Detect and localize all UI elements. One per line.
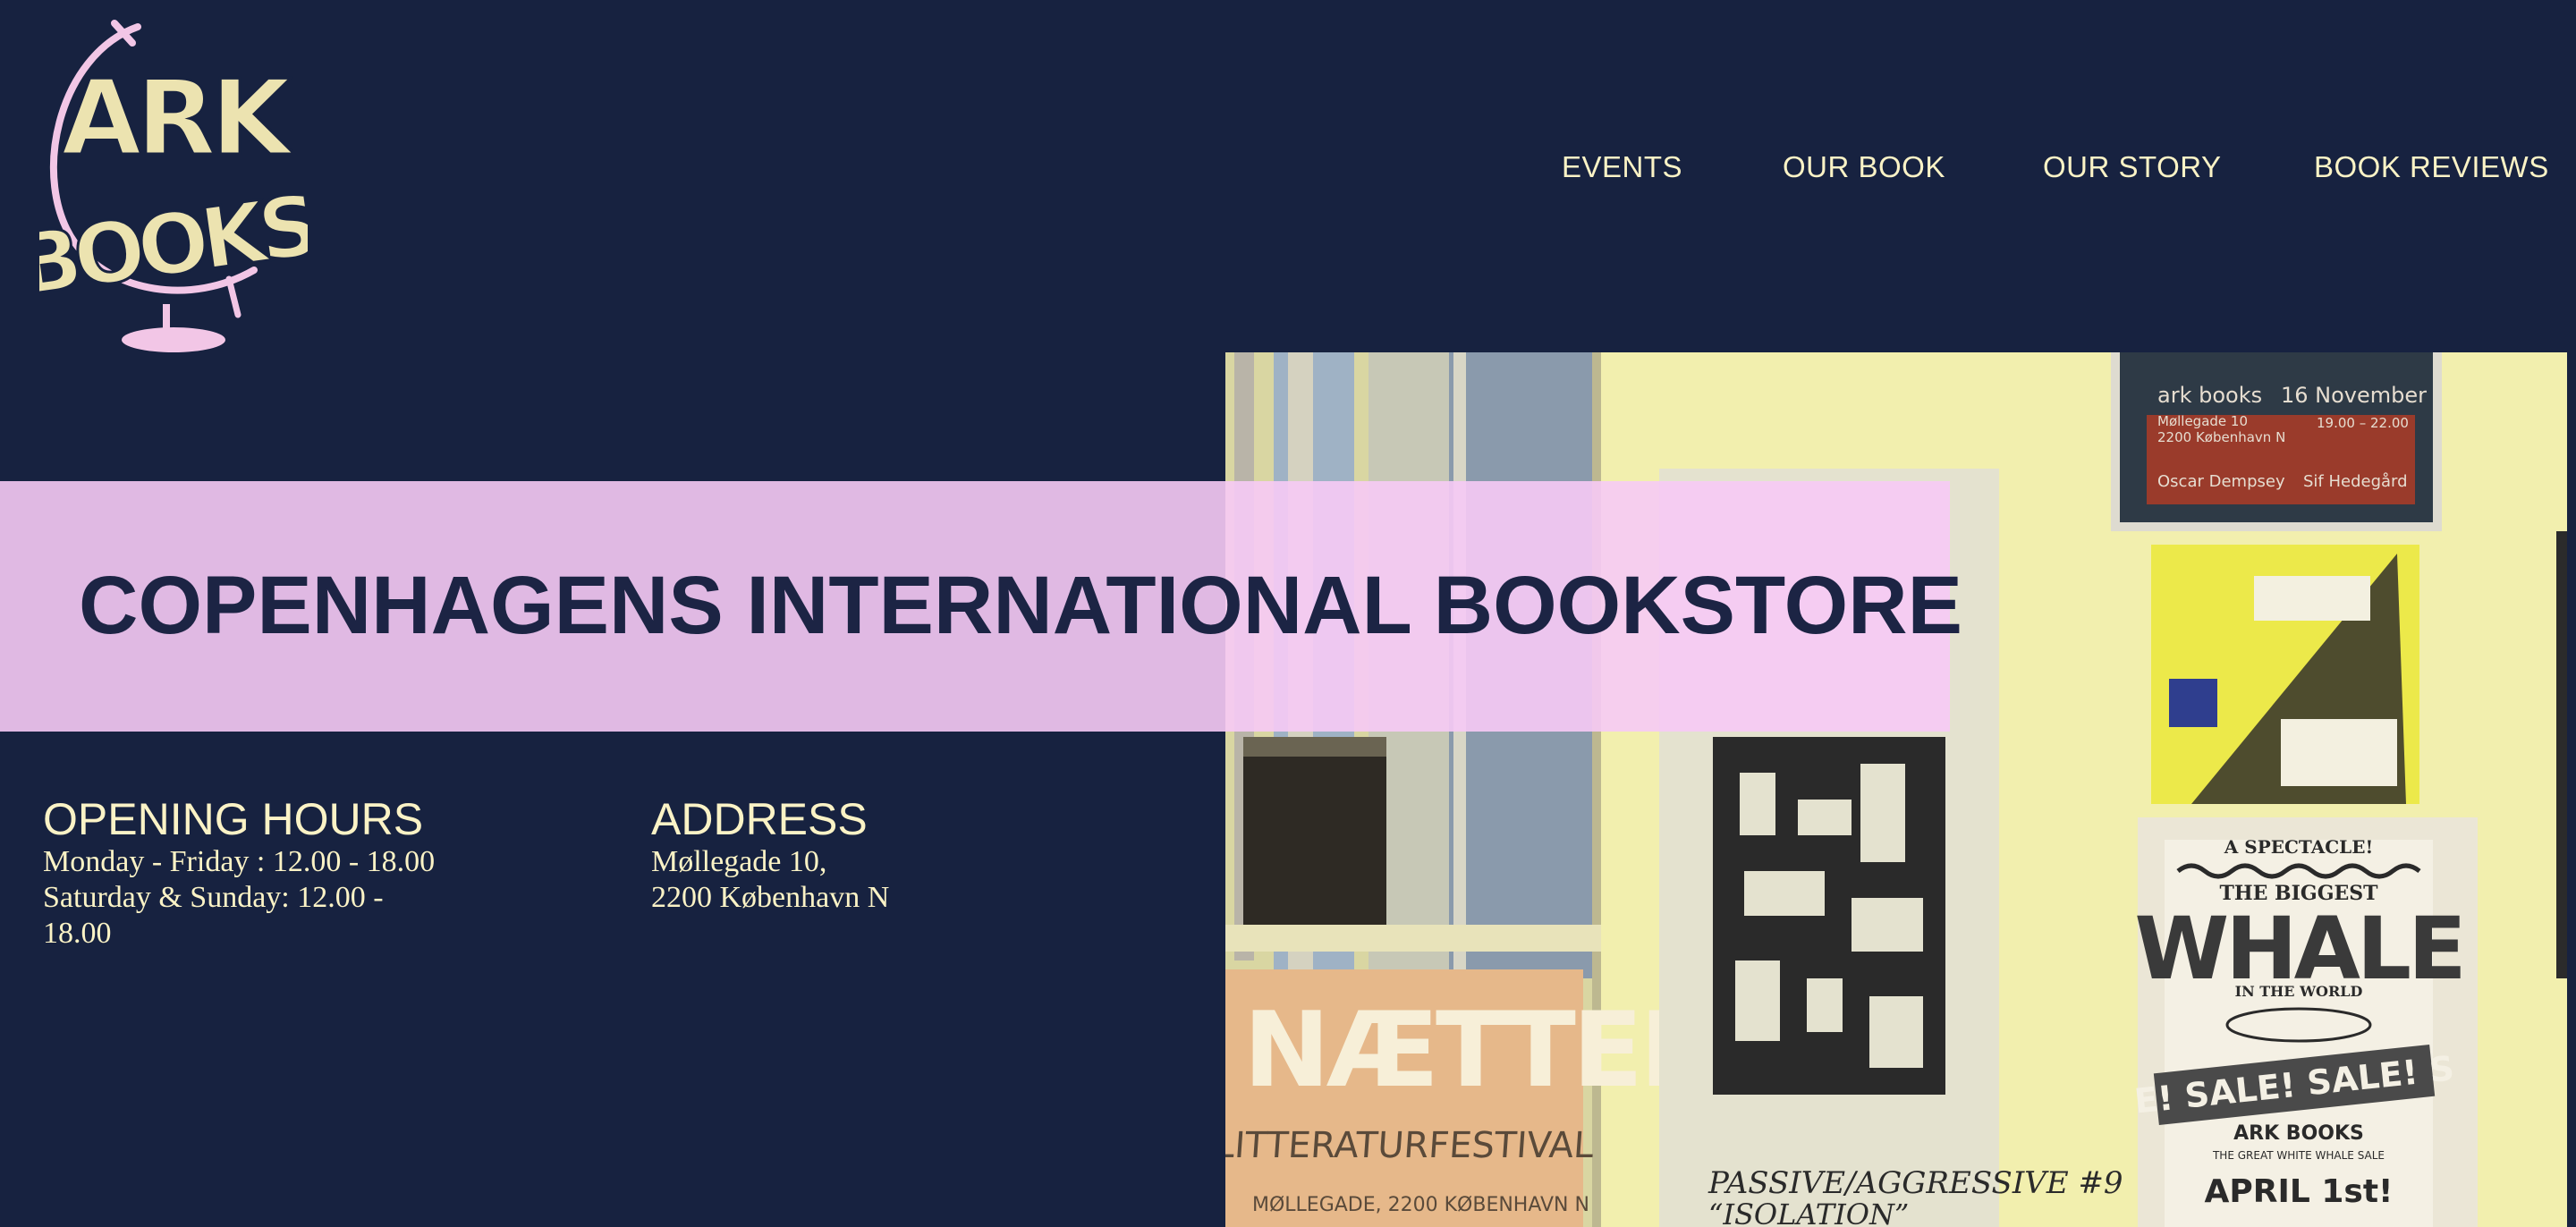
nav-our-book[interactable]: OUR BOOK [1783,150,1945,184]
nav-our-story[interactable]: OUR STORY [2043,150,2222,184]
main-nav: EVENTS OUR BOOK OUR STORY BOOK REVIEWS [0,150,2576,195]
hero-title: COPENHAGENS INTERNATIONAL BOOKSTORE [79,560,1962,651]
address: ADDRESS Møllegade 10, 2200 København N [651,794,1152,916]
poster-ark-street: Møllegade 10 [2157,413,2248,429]
address-heading: ADDRESS [651,794,868,844]
opening-hours-text: Monday - Friday : 12.00 - 18.00 Saturday… [43,844,544,952]
poster-whale-line3: IN THE WORLD [2235,983,2363,1000]
poster-naetter-title: NÆTTER [1243,990,1717,1111]
hero-banner: COPENHAGENS INTERNATIONAL BOOKSTORE [0,481,1962,732]
svg-text:BOOKS: BOOKS [39,177,308,315]
nav-book-reviews[interactable]: BOOK REVIEWS [2314,150,2549,184]
poster-ark-time: 19.00 – 22.00 [2317,415,2409,431]
address-line2: 2200 København N [651,881,890,914]
poster-passive-subtitle: “ISOLATION” [1708,1197,1909,1227]
poster-whale-brand: ARK BOOKS [2233,1122,2364,1145]
poster-whale-top: A SPECTACLE! [2224,836,2373,858]
poster-ark-brand: ark books [2157,383,2262,408]
address-line1: Møllegade 10, [651,845,827,878]
poster-ark-name1: Oscar Dempsey [2157,472,2285,491]
poster-passive-title: PASSIVE/AGGRESSIVE #9 [1707,1165,2123,1201]
poster-whale-date: APRIL 1st! [2205,1173,2394,1210]
poster-naetter-subtitle: LITTERATURFESTIVAL [1225,1125,1596,1166]
opening-hours: OPENING HOURS Monday - Friday : 12.00 - … [43,794,544,952]
opening-hours-heading: OPENING HOURS [43,794,424,844]
hours-weekdays: Monday - Friday : 12.00 - 18.00 [43,845,436,878]
poster-ark-date: 16 November [2281,383,2427,408]
poster-ark-city: 2200 København N [2157,429,2285,445]
nav-events[interactable]: EVENTS [1562,150,1682,184]
poster-naetter-address: MØLLEGADE, 2200 KØBENHAVN N [1252,1194,1589,1216]
poster-ark-name2: Sif Hedegård [2303,472,2408,491]
poster-whale-tagline: THE GREAT WHITE WHALE SALE [2212,1149,2385,1162]
hours-weekend: Saturday & Sunday: 12.00 - 18.00 [43,881,384,950]
address-text: Møllegade 10, 2200 København N [651,844,1152,916]
